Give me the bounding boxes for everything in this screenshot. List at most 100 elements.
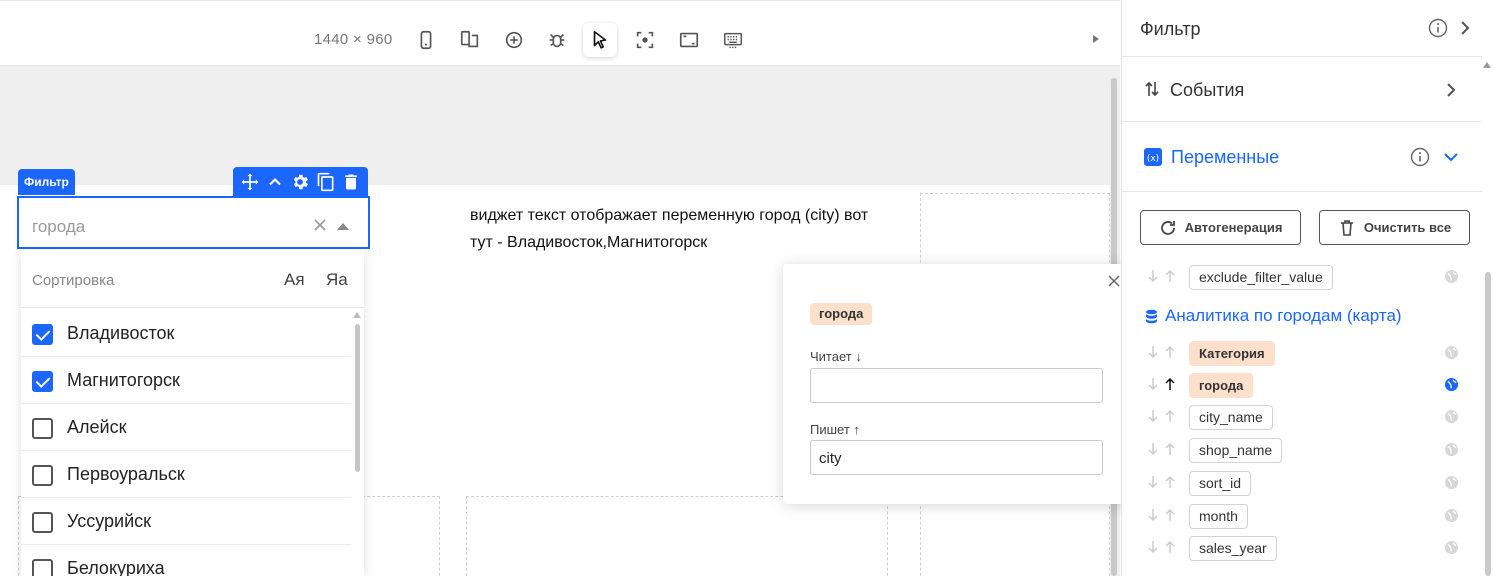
- trash-icon[interactable]: [341, 172, 361, 192]
- empty-widget-slot[interactable]: [920, 193, 1110, 273]
- focus-icon: [636, 31, 654, 49]
- checkbox-checked[interactable]: [32, 371, 53, 392]
- sort-descending-button[interactable]: Яа: [326, 270, 348, 290]
- arrow-down-icon[interactable]: [1147, 345, 1159, 359]
- variable-row[interactable]: exclude_filter_value: [1122, 263, 1482, 291]
- autogenerate-label: Автогенерация: [1184, 220, 1283, 235]
- focus-button[interactable]: [628, 23, 662, 57]
- checkbox[interactable]: [32, 559, 53, 576]
- copy-icon[interactable]: [316, 172, 336, 192]
- variable-row[interactable]: city_name: [1122, 403, 1482, 431]
- globe-icon[interactable]: [1444, 409, 1459, 424]
- panel-scroll-up-icon[interactable]: [1483, 62, 1491, 68]
- globe-icon[interactable]: [1444, 269, 1459, 284]
- text-widget[interactable]: виджет текст отображает переменную город…: [470, 202, 890, 256]
- empty-widget-slot[interactable]: [920, 496, 1110, 576]
- writes-field[interactable]: city: [810, 440, 1103, 475]
- variable-chip[interactable]: shop_name: [1189, 438, 1283, 463]
- arrow-down-icon[interactable]: [1147, 409, 1159, 423]
- panel-toggle-arrow-icon[interactable]: [1090, 32, 1102, 46]
- arrow-down-icon[interactable]: [1147, 442, 1159, 456]
- gear-icon[interactable]: [290, 172, 310, 192]
- variable-chip[interactable]: city_name: [1189, 405, 1273, 430]
- checkbox[interactable]: [32, 418, 53, 439]
- variable-chip[interactable]: month: [1189, 504, 1248, 529]
- dataset-title[interactable]: Аналитика по городам (карта): [1145, 306, 1402, 326]
- dropdown-scrollbar[interactable]: [355, 324, 360, 472]
- checkbox-checked[interactable]: [32, 324, 53, 345]
- variable-chip[interactable]: exclude_filter_value: [1189, 265, 1333, 290]
- debug-button[interactable]: [540, 23, 574, 57]
- arrow-down-icon[interactable]: [1147, 540, 1159, 554]
- arrow-up-icon[interactable]: [1164, 345, 1176, 359]
- filter-option[interactable]: Уссурийск: [21, 498, 351, 545]
- arrow-up-icon[interactable]: [1164, 475, 1176, 489]
- option-label: Первоуральск: [67, 464, 185, 484]
- info-icon[interactable]: [1428, 18, 1448, 38]
- svg-text:(x): (x): [1147, 154, 1159, 164]
- arrow-down-icon[interactable]: [1147, 508, 1159, 522]
- move-icon[interactable]: [240, 172, 260, 192]
- variable-chip[interactable]: города: [1189, 373, 1254, 398]
- variables-section-header[interactable]: (x) Переменные: [1122, 123, 1482, 192]
- filter-select[interactable]: города: [17, 196, 370, 249]
- variable-row[interactable]: month: [1122, 502, 1482, 530]
- arrow-down-icon[interactable]: [1147, 377, 1159, 391]
- chevron-right-icon[interactable]: [1446, 83, 1456, 97]
- arrow-up-icon[interactable]: [1164, 540, 1176, 554]
- zoom-button[interactable]: [497, 23, 531, 57]
- panel-scrollbar[interactable]: [1485, 272, 1491, 576]
- clear-all-button[interactable]: Очистить все: [1319, 210, 1470, 245]
- autogenerate-button[interactable]: Автогенерация: [1140, 210, 1301, 245]
- filter-option[interactable]: Алейск: [21, 404, 351, 451]
- filter-section-header[interactable]: Фильтр: [1122, 0, 1482, 57]
- globe-icon[interactable]: [1444, 475, 1459, 490]
- arrow-up-icon[interactable]: [1164, 508, 1176, 522]
- variable-row[interactable]: Категория: [1122, 339, 1482, 367]
- widget-toolbar: [233, 167, 368, 196]
- keyboard-button[interactable]: [716, 23, 750, 57]
- reads-field[interactable]: [810, 368, 1103, 403]
- events-section-header[interactable]: События: [1122, 58, 1482, 122]
- filter-option[interactable]: Белокуриха: [21, 545, 351, 576]
- globe-icon[interactable]: [1444, 508, 1459, 523]
- close-icon[interactable]: [1108, 275, 1120, 287]
- filter-option[interactable]: Магнитогорск: [21, 357, 351, 404]
- viewport-dimensions: 1440 × 960: [314, 31, 393, 48]
- variable-row[interactable]: sort_id: [1122, 469, 1482, 497]
- filter-option[interactable]: Первоуральск: [21, 451, 351, 498]
- globe-icon[interactable]: [1444, 442, 1459, 457]
- arrow-up-icon[interactable]: [1164, 377, 1176, 391]
- checkbox[interactable]: [32, 512, 53, 533]
- empty-widget-slot[interactable]: [466, 496, 888, 576]
- clear-icon[interactable]: [313, 218, 327, 232]
- checkbox[interactable]: [32, 465, 53, 486]
- variable-chip[interactable]: sales_year: [1189, 536, 1277, 561]
- variable-row[interactable]: города: [1122, 371, 1482, 399]
- scroll-up-arrow-icon[interactable]: [353, 312, 361, 318]
- trash-icon: [1340, 219, 1353, 236]
- chevron-right-icon[interactable]: [1460, 21, 1470, 35]
- arrow-down-icon[interactable]: [1147, 475, 1159, 489]
- arrow-down-icon[interactable]: [1147, 269, 1159, 283]
- globe-icon[interactable]: [1444, 377, 1459, 392]
- variable-row[interactable]: shop_name: [1122, 436, 1482, 464]
- sort-ascending-button[interactable]: Ая: [284, 270, 305, 290]
- globe-icon[interactable]: [1444, 345, 1459, 360]
- filter-option[interactable]: Владивосток: [21, 310, 351, 357]
- arrow-up-icon[interactable]: [1164, 442, 1176, 456]
- globe-icon[interactable]: [1444, 540, 1459, 555]
- variable-chip[interactable]: Категория: [1189, 341, 1275, 366]
- arrow-up-icon[interactable]: [1164, 269, 1176, 283]
- select-tool-button[interactable]: [583, 23, 617, 57]
- chevron-down-icon[interactable]: [1444, 152, 1458, 162]
- caret-up-icon[interactable]: [337, 223, 349, 230]
- variable-row[interactable]: sales_year: [1122, 534, 1482, 562]
- frame-button[interactable]: [672, 23, 706, 57]
- chevron-up-icon[interactable]: [265, 172, 285, 192]
- info-icon[interactable]: [1410, 147, 1430, 167]
- mobile-view-button[interactable]: [409, 23, 443, 57]
- responsive-view-button[interactable]: [453, 23, 487, 57]
- arrow-up-icon[interactable]: [1164, 409, 1176, 423]
- variable-chip[interactable]: sort_id: [1189, 471, 1252, 496]
